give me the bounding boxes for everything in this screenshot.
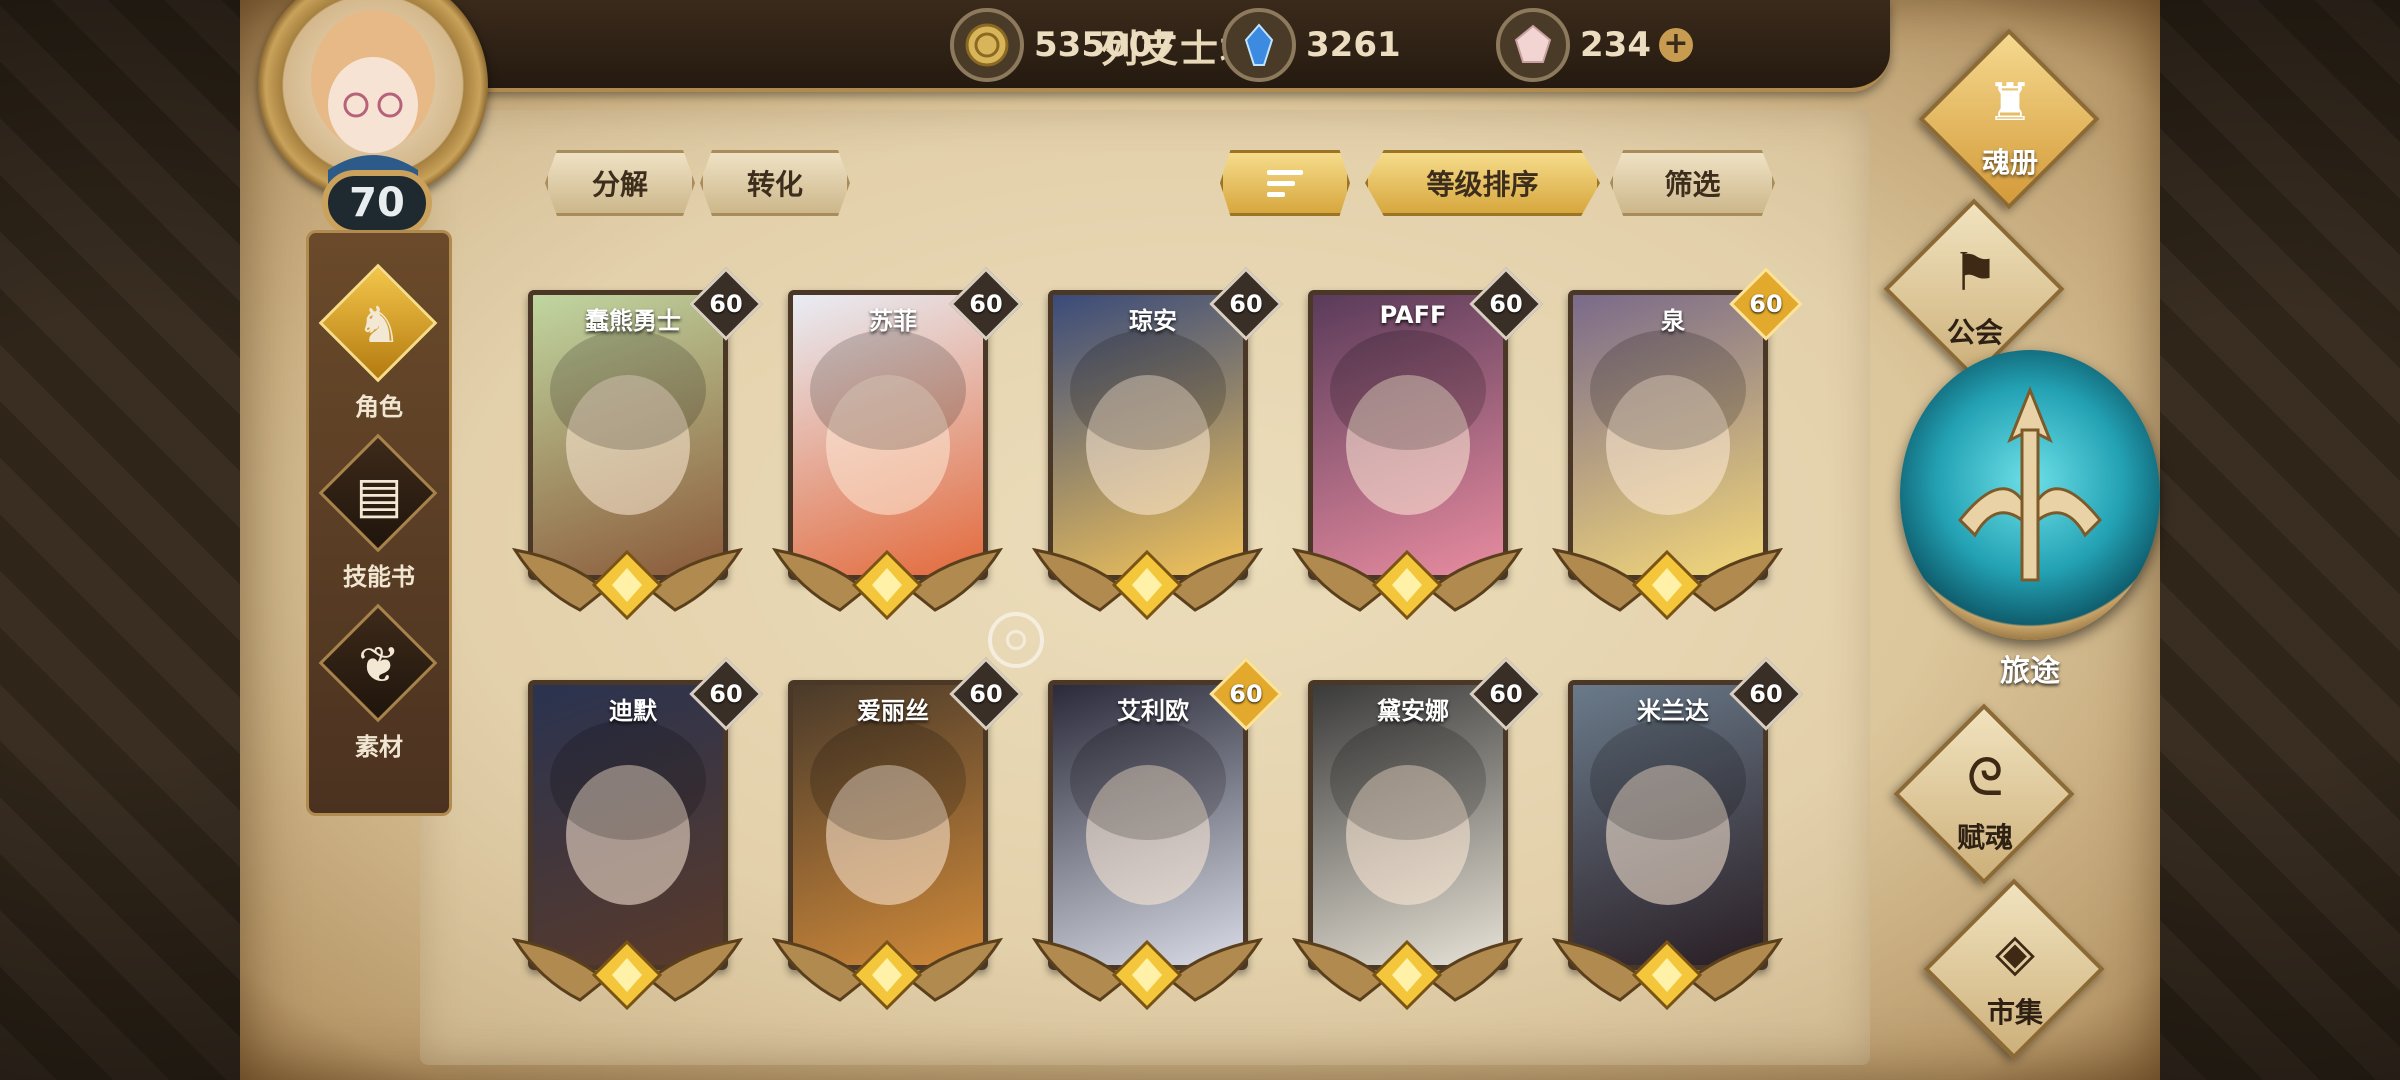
material-icon: ❦: [358, 636, 400, 694]
nav-guild[interactable]: ⚑ 公会: [1870, 198, 2080, 380]
rank-wings-icon: [511, 937, 744, 1010]
add-gem-button[interactable]: +: [1658, 28, 1693, 62]
character-level: 60: [969, 680, 1003, 708]
sort-order-icon: [1267, 169, 1303, 197]
rank-wings-icon: [1031, 937, 1264, 1010]
character-level: 60: [1229, 680, 1263, 708]
top-resource-bar: 列支士墩 535007 3261 234 +: [440, 0, 1890, 92]
character-card[interactable]: 苏菲 60: [771, 267, 1023, 620]
touch-indicator: [988, 612, 1044, 668]
sort-by-level-button[interactable]: 等级排序: [1365, 150, 1600, 216]
character-level: 60: [1489, 290, 1523, 318]
decompose-button[interactable]: 分解: [545, 150, 695, 216]
rank-wings-icon: [771, 937, 1004, 1010]
character-card[interactable]: 米兰达 60: [1551, 657, 1803, 1010]
rank-wings-icon: [511, 547, 744, 620]
character-level: 60: [1749, 290, 1783, 318]
character-card[interactable]: 黛安娜 60: [1291, 657, 1543, 1010]
crystal-value: 3261: [1306, 25, 1401, 65]
soul-book-icon: ♜: [1986, 73, 2034, 133]
rank-wings-icon: [1551, 547, 1784, 620]
sort-order-button[interactable]: [1220, 150, 1350, 216]
character-level: 60: [1229, 290, 1263, 318]
character-card[interactable]: 迪默 60: [511, 657, 763, 1010]
gem-currency: 234 +: [1496, 8, 1693, 82]
nav-soul-book[interactable]: ♜ 魂册: [1905, 28, 2115, 210]
crystal-currency: 3261: [1222, 8, 1401, 82]
rank-wings-icon: [1551, 937, 1784, 1010]
filter-button[interactable]: 筛选: [1610, 150, 1775, 216]
nav-market[interactable]: ◈ 市集: [1910, 878, 2120, 1060]
character-level: 60: [709, 680, 743, 708]
blue-crystal-icon: [1222, 8, 1296, 82]
right-border-pattern: [2150, 0, 2400, 1080]
skill-book-icon: ▤: [355, 466, 403, 524]
pink-gem-icon: [1496, 8, 1570, 82]
market-icon: ◈: [1995, 923, 2035, 983]
character-level: 60: [1489, 680, 1523, 708]
guild-icon: ⚑: [1951, 243, 1999, 303]
player-avatar[interactable]: 70: [250, 0, 500, 236]
gold-value: 535007: [1034, 25, 1176, 65]
player-level-badge: 70: [322, 170, 432, 236]
gold-coin-icon: [950, 8, 1024, 82]
character-card[interactable]: 琼安 60: [1031, 267, 1283, 620]
rank-wings-icon: [1031, 547, 1264, 620]
tab-skill-book[interactable]: ▤ 技能书: [309, 433, 449, 603]
gem-value: 234: [1580, 25, 1651, 65]
character-level: 60: [1749, 680, 1783, 708]
rank-wings-icon: [1291, 547, 1524, 620]
nav-journey[interactable]: 旅途: [1900, 350, 2160, 689]
gold-currency: 535007: [950, 8, 1176, 82]
journey-icon: [1900, 350, 2160, 640]
nav-soul-infuse[interactable]: ᘓ 赋魂: [1880, 703, 2090, 885]
tab-material[interactable]: ❦ 素材: [309, 603, 449, 773]
character-level: 60: [709, 290, 743, 318]
character-card[interactable]: 蠢熊勇士 60: [511, 267, 763, 620]
character-icon: ♞: [356, 296, 402, 354]
tab-character[interactable]: ♞ 角色: [309, 263, 449, 433]
character-card[interactable]: 艾利欧 60: [1031, 657, 1283, 1010]
left-border-pattern: [0, 0, 245, 1080]
character-card[interactable]: PAFF 60: [1291, 267, 1543, 620]
rank-wings-icon: [771, 547, 1004, 620]
soul-infuse-icon: ᘓ: [1966, 748, 2004, 808]
character-level: 60: [969, 290, 1003, 318]
character-card[interactable]: 爱丽丝 60: [771, 657, 1023, 1010]
character-card[interactable]: 泉 60: [1551, 267, 1803, 620]
convert-button[interactable]: 转化: [700, 150, 850, 216]
rank-wings-icon: [1291, 937, 1524, 1010]
left-tab-bar: ♞ 角色 ▤ 技能书 ❦ 素材: [306, 230, 452, 816]
